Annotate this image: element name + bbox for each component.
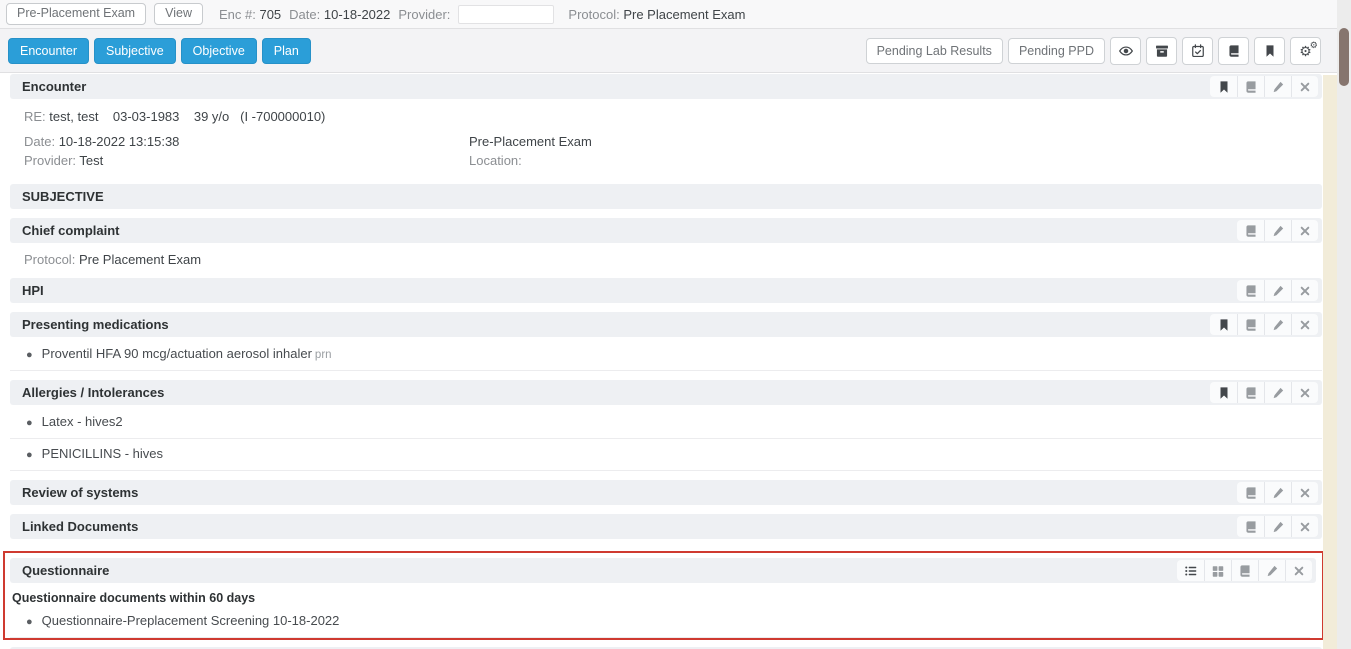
section-encounter: Encounter RE: test, test 03-03-1983 39 y…: [10, 74, 1322, 170]
section-hpi: HPI: [10, 278, 1322, 303]
section-subjective: SUBJECTIVE: [10, 184, 1322, 209]
book-icon[interactable]: [1237, 382, 1264, 403]
section-title: Allergies / Intolerances: [22, 385, 164, 400]
section-chief-complaint: Chief complaint Protocol: Pre Placement …: [10, 218, 1322, 269]
bookmark-icon[interactable]: [1210, 76, 1237, 97]
encounter-details: Date: 10-18-2022 13:15:38 Pre-Placement …: [10, 124, 1322, 170]
pencil-icon[interactable]: [1264, 516, 1291, 537]
eye-icon[interactable]: [1110, 37, 1141, 65]
encounter-page: Pre-Placement Exam View Enc #: 705 Date:…: [0, 0, 1351, 649]
grid-view-icon[interactable]: [1204, 560, 1231, 581]
section-linked-documents: Linked Documents: [10, 514, 1322, 539]
bookmark-icon[interactable]: [1254, 37, 1285, 65]
list-view-icon[interactable]: [1177, 560, 1204, 581]
topbar: Pre-Placement Exam View Enc #: 705 Date:…: [0, 0, 1351, 29]
close-icon[interactable]: [1291, 76, 1318, 97]
exam-name-button[interactable]: Pre-Placement Exam: [6, 3, 146, 25]
pencil-icon[interactable]: [1264, 280, 1291, 301]
close-icon[interactable]: [1291, 516, 1318, 537]
toolbar: Encounter Subjective Objective Plan Pend…: [0, 29, 1351, 73]
allergy-list: ●Latex - hives2 ●PENICILLINS - hives: [10, 405, 1322, 471]
book-icon[interactable]: [1237, 220, 1264, 241]
gears-icon[interactable]: ⚙⚙: [1290, 37, 1321, 65]
pencil-icon[interactable]: [1264, 76, 1291, 97]
encounter-header: Encounter: [10, 74, 1322, 99]
questionnaire-subheading: Questionnaire documents within 60 days: [10, 583, 1316, 607]
section-title: SUBJECTIVE: [22, 189, 104, 204]
list-item: ● Proventil HFA 90 mcg/actuation aerosol…: [10, 339, 1322, 371]
close-icon[interactable]: [1291, 382, 1318, 403]
nav-plan-button[interactable]: Plan: [262, 38, 311, 64]
pending-ppd-button[interactable]: Pending PPD: [1008, 38, 1105, 64]
book-icon[interactable]: [1237, 76, 1264, 97]
page-gutter: [1323, 75, 1337, 649]
exam-type: Pre-Placement Exam: [469, 134, 1322, 149]
encounter-date: Date: 10-18-2022: [289, 7, 390, 22]
section-questionnaire: Questionnaire Questionnaire documents wi…: [10, 558, 1316, 638]
encounter-number: Enc #: 705: [219, 7, 281, 22]
questionnaire-highlight-box: Questionnaire Questionnaire documents wi…: [3, 551, 1324, 640]
pencil-icon[interactable]: [1264, 382, 1291, 403]
vertical-scrollbar[interactable]: [1337, 0, 1351, 649]
archive-icon[interactable]: [1146, 37, 1177, 65]
list-item: ●Latex - hives2: [10, 407, 1322, 439]
nav-subjective-button[interactable]: Subjective: [94, 38, 176, 64]
close-icon[interactable]: [1291, 482, 1318, 503]
protocol: Protocol: Pre Placement Exam: [568, 7, 745, 22]
section-title: HPI: [22, 283, 44, 298]
provider-input[interactable]: [458, 5, 554, 24]
bookmark-icon[interactable]: [1210, 314, 1237, 335]
pencil-icon[interactable]: [1264, 314, 1291, 335]
patient-line: RE: test, test 03-03-1983 39 y/o (I -700…: [10, 99, 1322, 124]
provider-label: Provider:: [398, 7, 450, 22]
pending-lab-results-button[interactable]: Pending Lab Results: [866, 38, 1003, 64]
nav-encounter-button[interactable]: Encounter: [8, 38, 89, 64]
pencil-icon[interactable]: [1264, 220, 1291, 241]
section-title: Review of systems: [22, 485, 138, 500]
calendar-check-icon[interactable]: [1182, 37, 1213, 65]
section-title: Chief complaint: [22, 223, 120, 238]
book-icon[interactable]: [1237, 314, 1264, 335]
chief-complaint-body: Protocol: Pre Placement Exam: [10, 243, 1322, 269]
book-icon[interactable]: [1237, 482, 1264, 503]
close-icon[interactable]: [1291, 280, 1318, 301]
book-icon[interactable]: [1237, 280, 1264, 301]
close-icon[interactable]: [1291, 314, 1318, 335]
section-allergies: Allergies / Intolerances ●Latex - hives2…: [10, 380, 1322, 471]
view-button[interactable]: View: [154, 3, 203, 25]
bookmark-icon[interactable]: [1210, 382, 1237, 403]
close-icon[interactable]: [1285, 560, 1312, 581]
encounter-document: Encounter RE: test, test 03-03-1983 39 y…: [10, 74, 1322, 649]
book-icon[interactable]: [1231, 560, 1258, 581]
medication-list: ● Proventil HFA 90 mcg/actuation aerosol…: [10, 337, 1322, 371]
section-review-of-systems: Review of systems: [10, 480, 1322, 505]
book-icon[interactable]: [1237, 516, 1264, 537]
nav-objective-button[interactable]: Objective: [181, 38, 257, 64]
list-item[interactable]: ●Questionnaire-Preplacement Screening 10…: [10, 609, 1310, 638]
list-item: ●PENICILLINS - hives: [10, 439, 1322, 471]
close-icon[interactable]: [1291, 220, 1318, 241]
scrollbar-thumb[interactable]: [1339, 28, 1349, 86]
section-presenting-medications: Presenting medications ● Proventil HFA 9…: [10, 312, 1322, 371]
questionnaire-list: ●Questionnaire-Preplacement Screening 10…: [10, 607, 1316, 638]
pencil-icon[interactable]: [1258, 560, 1285, 581]
subjective-header: SUBJECTIVE: [10, 184, 1322, 209]
pencil-icon[interactable]: [1264, 482, 1291, 503]
section-title: Encounter: [22, 79, 86, 94]
section-title: Presenting medications: [22, 317, 169, 332]
section-title: Linked Documents: [22, 519, 138, 534]
book-icon[interactable]: [1218, 37, 1249, 65]
section-title: Questionnaire: [22, 563, 109, 578]
